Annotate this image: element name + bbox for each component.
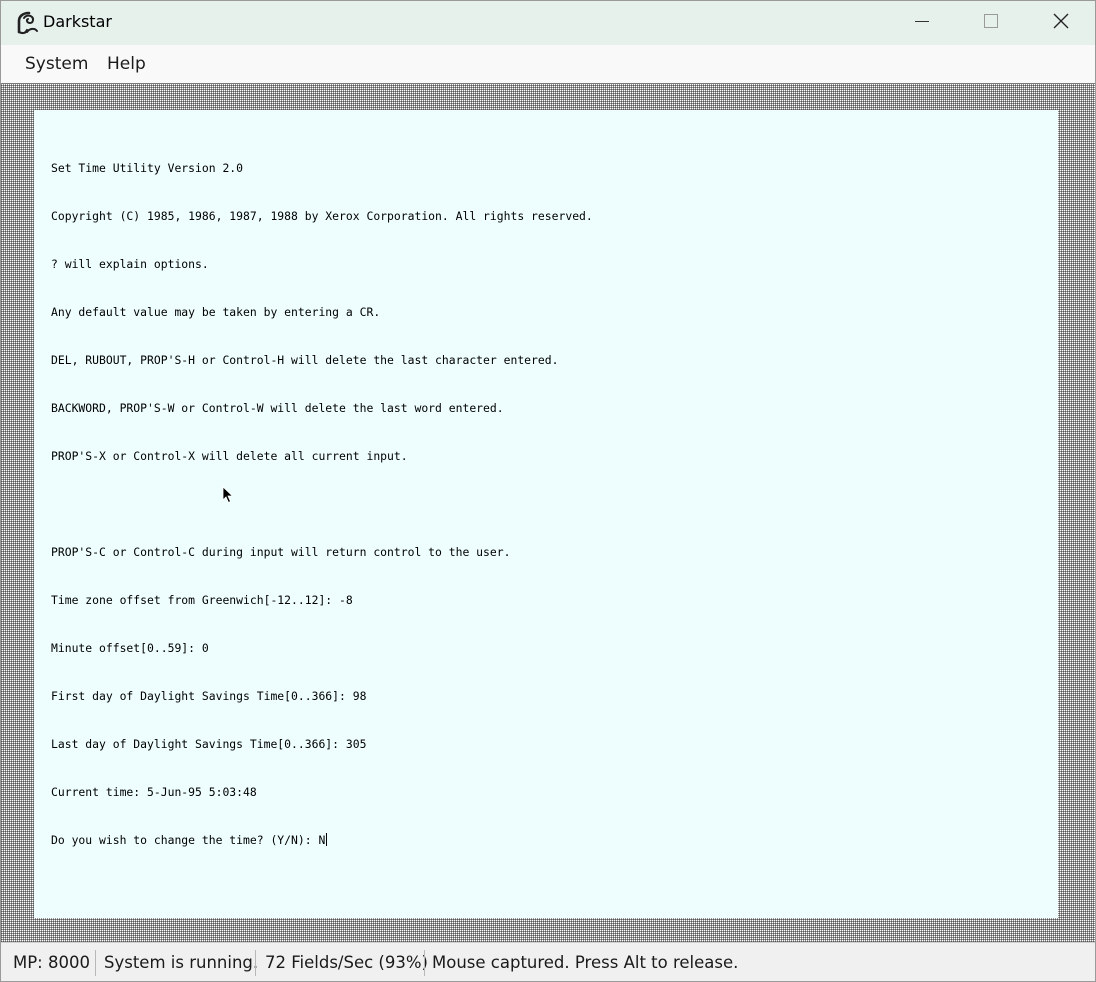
status-fields-rate: 72 Fields/Sec (93%) bbox=[265, 953, 428, 972]
terminal-line: DEL, RUBOUT, PROP'S-H or Control-H will … bbox=[51, 353, 559, 367]
title-bar[interactable]: Darkstar bbox=[1, 1, 1095, 45]
terminal-prompt: Do you wish to change the time? (Y/N): N bbox=[51, 833, 326, 847]
emulator-display-area[interactable]: Set Time Utility Version 2.0 Copyright (… bbox=[1, 84, 1095, 942]
terminal-line: Last day of Daylight Savings Time[0..366… bbox=[51, 737, 367, 751]
terminal-line: PROP'S-X or Control-X will delete all cu… bbox=[51, 449, 408, 463]
maximize-icon bbox=[983, 13, 999, 33]
status-mp: MP: 8000 bbox=[13, 953, 90, 972]
status-divider bbox=[424, 950, 425, 976]
minimize-button[interactable] bbox=[887, 1, 957, 45]
terminal-line: PROP'S-C or Control-C during input will … bbox=[51, 545, 511, 559]
terminal-line: Current time: 5-Jun-95 5:03:48 bbox=[51, 785, 257, 799]
terminal-input-line[interactable]: Do you wish to change the time? (Y/N): N bbox=[51, 832, 593, 848]
darkstar-app-icon[interactable] bbox=[13, 10, 39, 36]
menu-help[interactable]: Help bbox=[107, 54, 146, 74]
terminal-line: Copyright (C) 1985, 1986, 1987, 1988 by … bbox=[51, 209, 593, 223]
status-system-state: System is running. bbox=[104, 953, 259, 972]
terminal-line: Time zone offset from Greenwich[-12..12]… bbox=[51, 593, 353, 607]
emulated-screen[interactable]: Set Time Utility Version 2.0 Copyright (… bbox=[34, 110, 1058, 918]
terminal-line: BACKWORD, PROP'S-W or Control-W will del… bbox=[51, 401, 504, 415]
close-icon bbox=[1052, 12, 1070, 34]
terminal-line: Set Time Utility Version 2.0 bbox=[51, 161, 244, 175]
close-button[interactable] bbox=[1026, 1, 1095, 45]
mouse-pointer-icon bbox=[222, 486, 234, 504]
terminal-line: First day of Daylight Savings Time[0..36… bbox=[51, 689, 367, 703]
status-bar: MP: 8000 System is running. 72 Fields/Se… bbox=[1, 942, 1095, 981]
status-divider bbox=[255, 950, 256, 976]
menu-bar: System Help bbox=[1, 45, 1095, 84]
window-title: Darkstar bbox=[43, 12, 112, 31]
terminal-output: Set Time Utility Version 2.0 Copyright (… bbox=[51, 128, 593, 880]
status-divider bbox=[95, 950, 96, 976]
status-mouse-capture: Mouse captured. Press Alt to release. bbox=[432, 953, 739, 972]
terminal-line: ? will explain options. bbox=[51, 257, 209, 271]
maximize-button[interactable] bbox=[956, 1, 1026, 45]
darkstar-window: Darkstar System Help Set Time Utility Ve… bbox=[0, 0, 1096, 982]
minimize-icon bbox=[914, 13, 930, 33]
text-caret bbox=[326, 833, 328, 846]
terminal-line: Any default value may be taken by enteri… bbox=[51, 305, 381, 319]
terminal-line: Minute offset[0..59]: 0 bbox=[51, 641, 209, 655]
menu-system[interactable]: System bbox=[25, 54, 88, 74]
